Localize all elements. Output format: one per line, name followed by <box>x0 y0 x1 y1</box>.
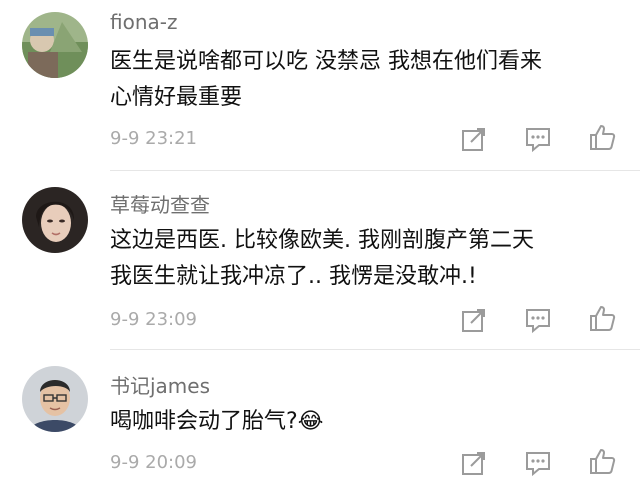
comment-item: 书记james 喝咖啡会动了胎气?😂 9-9 20:09 <box>0 350 640 481</box>
comment-timestamp: 9-9 23:21 <box>110 128 197 149</box>
share-button[interactable] <box>460 125 488 153</box>
share-icon <box>462 452 485 475</box>
like-button[interactable] <box>588 304 616 332</box>
comment-text: 喝咖啡会动了胎气? <box>110 409 298 434</box>
laughing-emoji: 😂 <box>297 409 324 434</box>
comment-item: 草莓动查查 这边是西医. 比较像欧美. 我刚剖腹产第二天 我医生就让我冲凉了..… <box>0 171 640 349</box>
comment-item: fiona-z 医生是说啥都可以吃 没禁忌 我想在他们看来 心情好最重要 9-9… <box>0 0 640 170</box>
thumbs-up-icon <box>590 449 616 474</box>
thumbs-up-icon <box>590 306 616 331</box>
avatar-woman-image <box>22 187 88 253</box>
comment-timestamp: 9-9 20:09 <box>110 452 197 473</box>
like-button[interactable] <box>588 123 616 151</box>
comment-username[interactable]: fiona-z <box>110 10 177 34</box>
share-button[interactable] <box>460 449 488 477</box>
comment-text-line: 心情好最重要 <box>110 85 243 110</box>
thumbs-up-icon <box>590 125 616 150</box>
comment-icon <box>526 128 550 153</box>
comment-icon <box>526 309 550 334</box>
reply-button[interactable] <box>524 449 552 477</box>
comment-text-line: 喝咖啡会动了胎气?😂 <box>110 404 323 440</box>
avatar-man-image <box>22 366 88 432</box>
avatar-landscape-image <box>22 12 88 78</box>
share-button[interactable] <box>460 306 488 334</box>
avatar[interactable] <box>22 366 88 432</box>
reply-button[interactable] <box>524 125 552 153</box>
comment-username[interactable]: 草莓动查查 <box>110 189 210 218</box>
comment-text-line: 这边是西医. 比较像欧美. 我刚剖腹产第二天 <box>110 228 534 253</box>
reply-button[interactable] <box>524 306 552 334</box>
like-button[interactable] <box>588 447 616 475</box>
comment-text-line: 医生是说啥都可以吃 没禁忌 我想在他们看来 <box>110 49 542 74</box>
comment-text-line: 我医生就让我冲凉了.. 我愣是没敢冲.! <box>110 264 477 289</box>
avatar[interactable] <box>22 12 88 78</box>
comment-icon <box>526 452 550 477</box>
avatar[interactable] <box>22 187 88 253</box>
share-icon <box>462 128 485 151</box>
share-icon <box>462 309 485 332</box>
comment-username[interactable]: 书记james <box>110 370 210 399</box>
comment-timestamp: 9-9 23:09 <box>110 309 197 330</box>
